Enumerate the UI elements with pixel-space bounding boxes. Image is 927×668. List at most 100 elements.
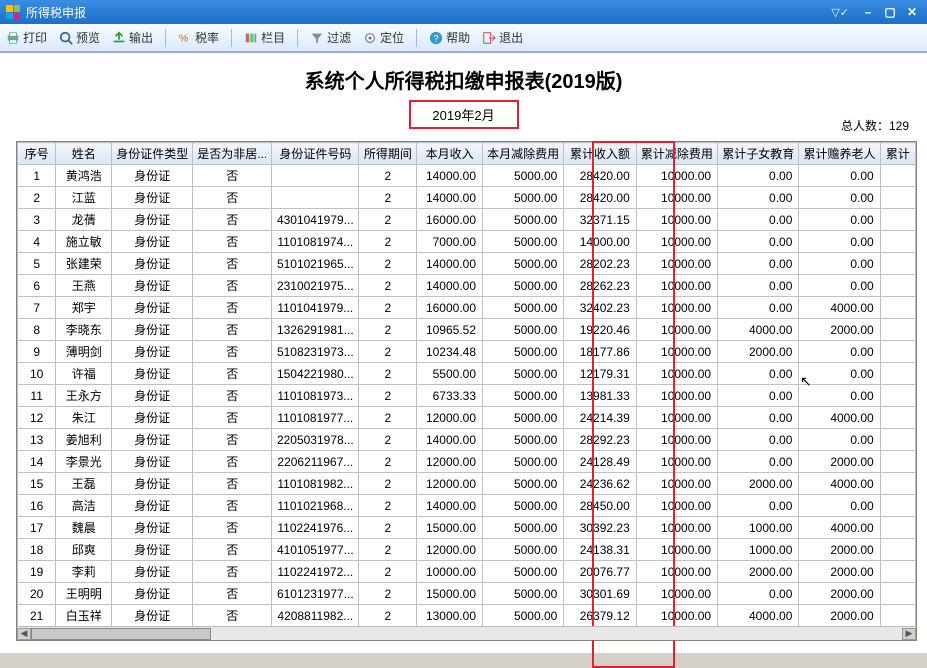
col-header[interactable]: 累计子女教育 [718, 143, 799, 165]
cell-name: 黄鸿浩 [56, 165, 112, 187]
exit-button[interactable]: 退出 [482, 29, 523, 46]
cell-income: 15000.00 [417, 517, 483, 539]
table-row[interactable]: 11王永方身份证否1101081973...26733.335000.00139… [18, 385, 916, 407]
scroll-right-arrow[interactable]: ▶ [902, 628, 916, 640]
filter-button[interactable]: 过滤 [310, 29, 351, 46]
cell-extra [880, 165, 915, 187]
cell-income: 14000.00 [417, 275, 483, 297]
col-header[interactable]: 累计赡养老人 [799, 143, 880, 165]
cell-period: 2 [359, 209, 417, 231]
table-row[interactable]: 21白玉祥身份证否4208811982...213000.005000.0026… [18, 605, 916, 627]
horizontal-scrollbar[interactable]: ◀ ▶ [17, 626, 916, 640]
cell-name: 李晓东 [56, 319, 112, 341]
col-header[interactable]: 身份证件类型 [112, 143, 193, 165]
cell-old: 2000.00 [799, 561, 880, 583]
cell-old: 2000.00 [799, 319, 880, 341]
cell-type: 身份证 [112, 605, 193, 627]
cell-ded: 5000.00 [483, 297, 564, 319]
cell-no: 1 [18, 165, 56, 187]
cell-cum_income: 24128.49 [564, 451, 636, 473]
table-row[interactable]: 6王燕身份证否2310021975...214000.005000.002826… [18, 275, 916, 297]
help-button[interactable]: ?帮助 [429, 29, 470, 46]
cell-name: 高洁 [56, 495, 112, 517]
data-grid[interactable]: 序号姓名身份证件类型是否为非居...身份证件号码所得期间本月收入本月减除费用累计… [17, 142, 916, 626]
rate-icon: % [178, 31, 192, 45]
cell-ded: 5000.00 [483, 275, 564, 297]
cell-edu: 0.00 [718, 165, 799, 187]
table-row[interactable]: 10许福身份证否1504221980...25500.005000.001217… [18, 363, 916, 385]
table-row[interactable]: 3龙蒨身份证否4301041979...216000.005000.003237… [18, 209, 916, 231]
cell-type: 身份证 [112, 385, 193, 407]
table-row[interactable]: 20王明明身份证否6101231977...215000.005000.0030… [18, 583, 916, 605]
locate-button[interactable]: 定位 [363, 29, 404, 46]
table-row[interactable]: 12朱江身份证否1101081977...212000.005000.00242… [18, 407, 916, 429]
col-header[interactable]: 所得期间 [359, 143, 417, 165]
cell-type: 身份证 [112, 187, 193, 209]
cell-cum_income: 24214.39 [564, 407, 636, 429]
col-header[interactable]: 累计减除费用 [636, 143, 717, 165]
print-button[interactable]: 打印 [6, 29, 47, 46]
cell-ded: 5000.00 [483, 517, 564, 539]
table-row[interactable]: 2江蓝身份证否214000.005000.0028420.0010000.000… [18, 187, 916, 209]
cell-edu: 4000.00 [718, 319, 799, 341]
cell-cum_ded: 10000.00 [636, 429, 717, 451]
rate-button[interactable]: %税率 [178, 29, 219, 46]
help-icon: ? [429, 31, 443, 45]
scroll-left-arrow[interactable]: ◀ [17, 628, 31, 640]
cell-cum_income: 32402.23 [564, 297, 636, 319]
table-row[interactable]: 1黄鸿浩身份证否214000.005000.0028420.0010000.00… [18, 165, 916, 187]
table-row[interactable]: 4施立敏身份证否1101081974...27000.005000.001400… [18, 231, 916, 253]
cell-id: 1504221980... [272, 363, 359, 385]
cell-type: 身份证 [112, 539, 193, 561]
col-header[interactable]: 序号 [18, 143, 56, 165]
table-row[interactable]: 7郑宇身份证否1101041979...216000.005000.003240… [18, 297, 916, 319]
cell-no: 13 [18, 429, 56, 451]
cell-old: 0.00 [799, 275, 880, 297]
cell-income: 14000.00 [417, 253, 483, 275]
cell-old: 0.00 [799, 187, 880, 209]
col-header[interactable]: 是否为非居... [193, 143, 272, 165]
cell-type: 身份证 [112, 275, 193, 297]
cell-cum_ded: 10000.00 [636, 297, 717, 319]
cell-period: 2 [359, 539, 417, 561]
scroll-track[interactable] [31, 628, 902, 640]
table-row[interactable]: 8李晓东身份证否1326291981...210965.525000.00192… [18, 319, 916, 341]
cell-ded: 5000.00 [483, 231, 564, 253]
table-row[interactable]: 9薄明剑身份证否5108231973...210234.485000.00181… [18, 341, 916, 363]
col-header[interactable]: 姓名 [56, 143, 112, 165]
col-header[interactable]: 身份证件号码 [272, 143, 359, 165]
scroll-thumb[interactable] [31, 628, 211, 640]
table-row[interactable]: 17魏晨身份证否1102241976...215000.005000.00303… [18, 517, 916, 539]
export-icon [112, 31, 126, 45]
cell-edu: 0.00 [718, 297, 799, 319]
table-row[interactable]: 14李景光身份证否2206211967...212000.005000.0024… [18, 451, 916, 473]
table-row[interactable]: 16高洁身份证否1101021968...214000.005000.00284… [18, 495, 916, 517]
cell-res: 否 [193, 209, 272, 231]
minimize-button[interactable]: – [859, 4, 877, 20]
maximize-button[interactable]: ▢ [881, 4, 899, 20]
cell-no: 6 [18, 275, 56, 297]
col-header[interactable]: 本月减除费用 [483, 143, 564, 165]
table-row[interactable]: 19李莉身份证否1102241972...210000.005000.00200… [18, 561, 916, 583]
cell-old: 0.00 [799, 231, 880, 253]
col-header[interactable]: 本月收入 [417, 143, 483, 165]
close-button[interactable]: ✕ [903, 4, 921, 20]
table-row[interactable]: 5张建荣身份证否5101021965...214000.005000.00282… [18, 253, 916, 275]
preview-button[interactable]: 预览 [59, 29, 100, 46]
cell-no: 9 [18, 341, 56, 363]
table-row[interactable]: 13姜旭利身份证否2205031978...214000.005000.0028… [18, 429, 916, 451]
export-button[interactable]: 输出 [112, 29, 153, 46]
report-date: 2019年2月 [409, 100, 519, 129]
cell-extra [880, 187, 915, 209]
table-row[interactable]: 18邱爽身份证否4101051977...212000.005000.00241… [18, 539, 916, 561]
table-row[interactable]: 15王磊身份证否1101081982...212000.005000.00242… [18, 473, 916, 495]
col-header[interactable]: 累计 [880, 143, 915, 165]
columns-button[interactable]: 栏目 [244, 29, 285, 46]
cell-type: 身份证 [112, 517, 193, 539]
cell-res: 否 [193, 429, 272, 451]
cell-cum_ded: 10000.00 [636, 165, 717, 187]
cell-cum_income: 28262.23 [564, 275, 636, 297]
cell-ded: 5000.00 [483, 605, 564, 627]
col-header[interactable]: 累计收入额 [564, 143, 636, 165]
cell-no: 3 [18, 209, 56, 231]
